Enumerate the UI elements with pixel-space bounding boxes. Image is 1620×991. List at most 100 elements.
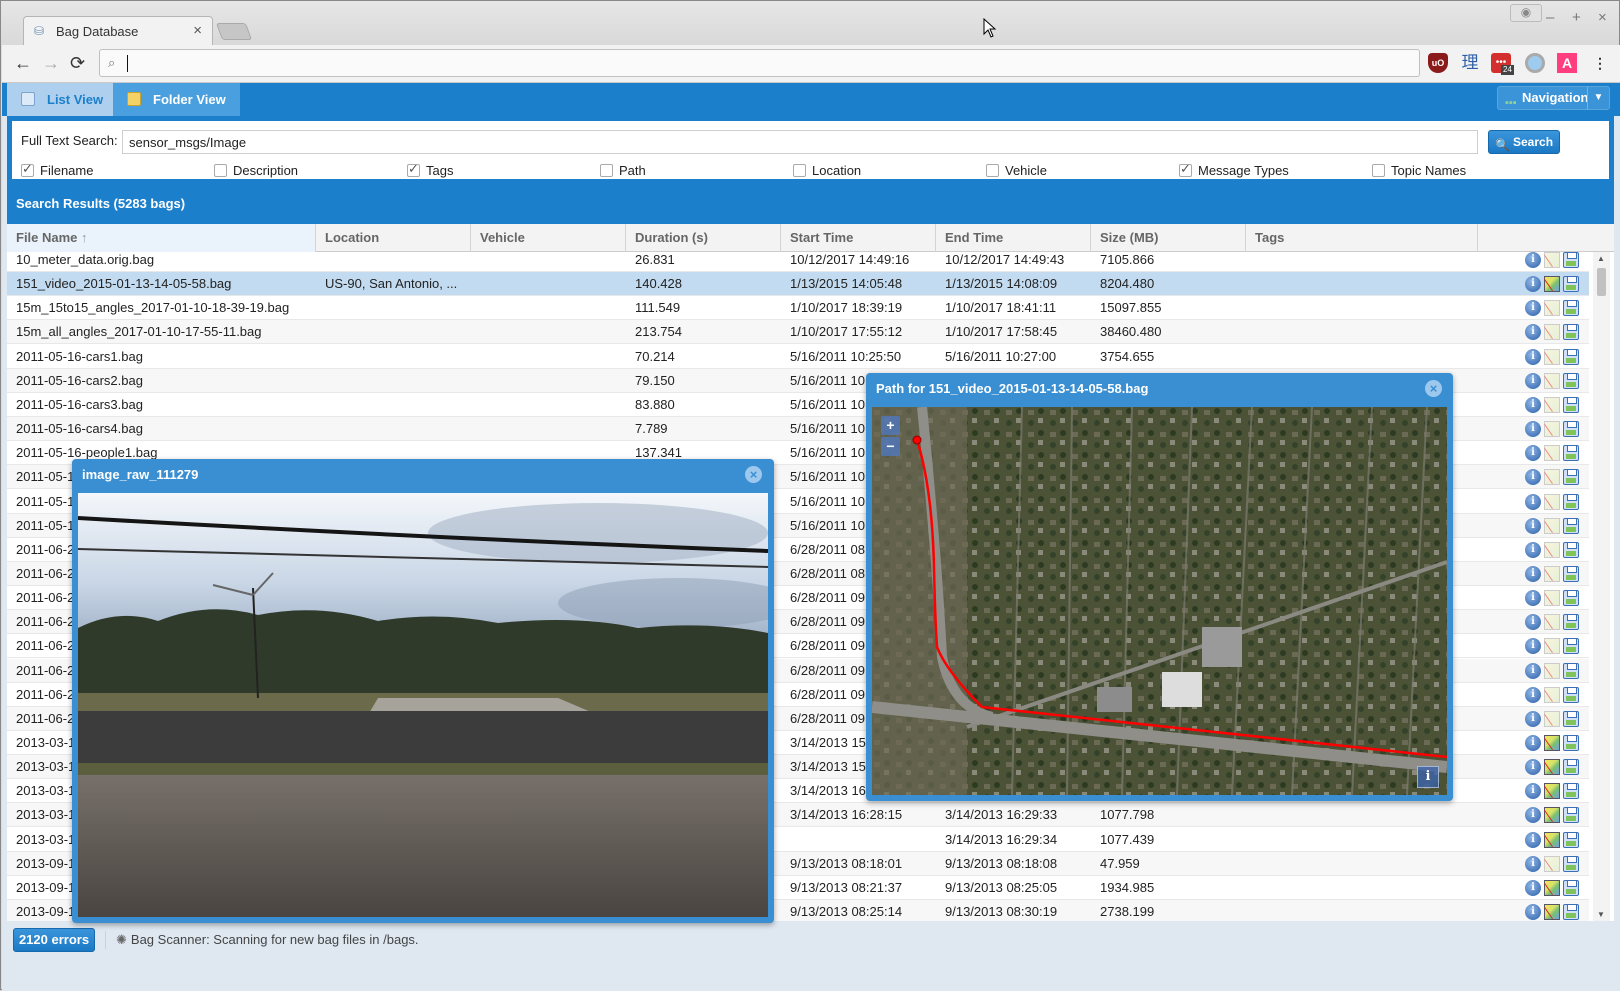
search-button[interactable]: 🔍 Search: [1488, 130, 1560, 154]
download-save-icon[interactable]: [1563, 614, 1579, 631]
map-path-icon[interactable]: [1544, 662, 1560, 679]
map-path-icon[interactable]: [1544, 783, 1560, 800]
map-path-icon[interactable]: [1544, 493, 1560, 510]
map-path-icon[interactable]: [1544, 300, 1560, 317]
map-path-icon[interactable]: [1544, 904, 1560, 921]
info-icon[interactable]: i: [1525, 783, 1541, 800]
map-path-icon[interactable]: [1544, 831, 1560, 848]
forward-button[interactable]: →: [42, 53, 60, 74]
download-save-icon[interactable]: [1563, 710, 1579, 727]
scroll-up-arrow[interactable]: ▲: [1597, 254, 1605, 263]
map-path-icon[interactable]: [1544, 735, 1560, 751]
satellite-map[interactable]: + − i: [872, 407, 1447, 795]
map-path-icon[interactable]: [1544, 517, 1560, 534]
checkbox-box[interactable]: [21, 161, 34, 177]
info-icon[interactable]: i: [1525, 517, 1541, 534]
map-path-icon[interactable]: [1544, 276, 1560, 293]
checkbox-description[interactable]: Description: [214, 163, 298, 178]
info-icon[interactable]: i: [1525, 686, 1541, 703]
chevron-down-icon[interactable]: ▼: [1587, 87, 1609, 109]
checkbox-tags[interactable]: Tags: [407, 161, 453, 178]
download-save-icon[interactable]: [1563, 445, 1579, 462]
download-save-icon[interactable]: [1563, 252, 1579, 268]
info-icon[interactable]: i: [1525, 904, 1541, 921]
checkbox-filename[interactable]: Filename: [21, 161, 93, 178]
map-path-icon[interactable]: [1544, 759, 1560, 776]
info-icon[interactable]: i: [1525, 469, 1541, 486]
map-path-icon[interactable]: [1544, 807, 1560, 824]
map-path-icon[interactable]: [1544, 565, 1560, 582]
full-text-search-input[interactable]: [122, 130, 1478, 154]
download-save-icon[interactable]: [1563, 831, 1579, 848]
errors-button[interactable]: 2120 errors: [13, 928, 95, 952]
info-icon[interactable]: i: [1525, 421, 1541, 438]
info-icon[interactable]: i: [1525, 252, 1541, 268]
download-save-icon[interactable]: [1563, 879, 1579, 896]
new-tab-button[interactable]: [215, 23, 253, 40]
download-save-icon[interactable]: [1563, 517, 1579, 534]
a-extension-icon[interactable]: A: [1557, 53, 1577, 73]
map-path-icon[interactable]: [1544, 541, 1560, 558]
checkbox-vehicle[interactable]: Vehicle: [986, 163, 1047, 178]
download-save-icon[interactable]: [1563, 372, 1579, 389]
download-save-icon[interactable]: [1563, 396, 1579, 413]
table-row[interactable]: 151_video_2015-01-13-14-05-58.bag US-90, …: [7, 272, 1589, 297]
checkbox-location[interactable]: Location: [793, 163, 861, 178]
info-icon[interactable]: i: [1525, 710, 1541, 727]
download-save-icon[interactable]: [1563, 565, 1579, 582]
download-save-icon[interactable]: [1563, 662, 1579, 679]
info-icon[interactable]: i: [1525, 396, 1541, 413]
tab-folder-view[interactable]: Folder View: [113, 83, 240, 116]
checkbox-box[interactable]: [600, 164, 613, 177]
lastpass-icon[interactable]: ••• 24: [1491, 53, 1514, 75]
download-save-icon[interactable]: [1563, 638, 1579, 655]
info-icon[interactable]: i: [1525, 324, 1541, 341]
download-save-icon[interactable]: [1563, 686, 1579, 703]
download-save-icon[interactable]: [1563, 855, 1579, 872]
info-icon[interactable]: i: [1525, 614, 1541, 631]
info-icon[interactable]: i: [1525, 638, 1541, 655]
download-save-icon[interactable]: [1563, 348, 1579, 365]
download-save-icon[interactable]: [1563, 590, 1579, 607]
zoom-out-button[interactable]: −: [881, 437, 900, 456]
download-save-icon[interactable]: [1563, 735, 1579, 751]
info-icon[interactable]: i: [1525, 855, 1541, 872]
info-icon[interactable]: i: [1525, 590, 1541, 607]
info-icon[interactable]: i: [1525, 493, 1541, 510]
browser-menu-icon[interactable]: ⋮: [1590, 53, 1610, 73]
minimize-button[interactable]: –: [1546, 9, 1554, 26]
map-path-icon[interactable]: [1544, 469, 1560, 486]
close-tab-icon[interactable]: ×: [193, 22, 202, 39]
download-save-icon[interactable]: [1563, 469, 1579, 486]
info-icon[interactable]: i: [1525, 759, 1541, 776]
map-path-icon[interactable]: [1544, 686, 1560, 703]
info-icon[interactable]: i: [1525, 372, 1541, 389]
map-path-icon[interactable]: [1544, 590, 1560, 607]
map-path-icon[interactable]: [1544, 324, 1560, 341]
download-save-icon[interactable]: [1563, 493, 1579, 510]
image-viewer-window[interactable]: image_raw_111279 ×: [72, 459, 774, 923]
map-path-icon[interactable]: [1544, 372, 1560, 389]
info-icon[interactable]: i: [1525, 662, 1541, 679]
tab-list-view[interactable]: List View: [7, 83, 118, 116]
download-save-icon[interactable]: [1563, 759, 1579, 776]
info-icon[interactable]: i: [1525, 541, 1541, 558]
checkbox-topic-names[interactable]: Topic Names: [1372, 163, 1466, 178]
map-path-icon[interactable]: [1544, 348, 1560, 365]
maximize-button[interactable]: +: [1572, 9, 1581, 26]
scroll-down-arrow[interactable]: ▼: [1597, 910, 1605, 919]
info-icon[interactable]: i: [1525, 879, 1541, 896]
zoom-in-button[interactable]: +: [881, 416, 900, 435]
checkbox-box[interactable]: [1179, 161, 1192, 177]
download-save-icon[interactable]: [1563, 807, 1579, 824]
download-save-icon[interactable]: [1563, 276, 1579, 293]
close-icon[interactable]: ×: [1425, 380, 1442, 397]
map-path-icon[interactable]: [1544, 638, 1560, 655]
checkbox-box[interactable]: [214, 164, 227, 177]
checkbox-box[interactable]: [986, 164, 999, 177]
scroll-thumb[interactable]: [1597, 268, 1606, 296]
navigation-button[interactable]: ▪▪▪ Navigation ▼: [1497, 86, 1610, 110]
translate-icon[interactable]: 理: [1460, 53, 1480, 73]
checkbox-box[interactable]: [407, 161, 420, 177]
info-icon[interactable]: i: [1525, 276, 1541, 293]
